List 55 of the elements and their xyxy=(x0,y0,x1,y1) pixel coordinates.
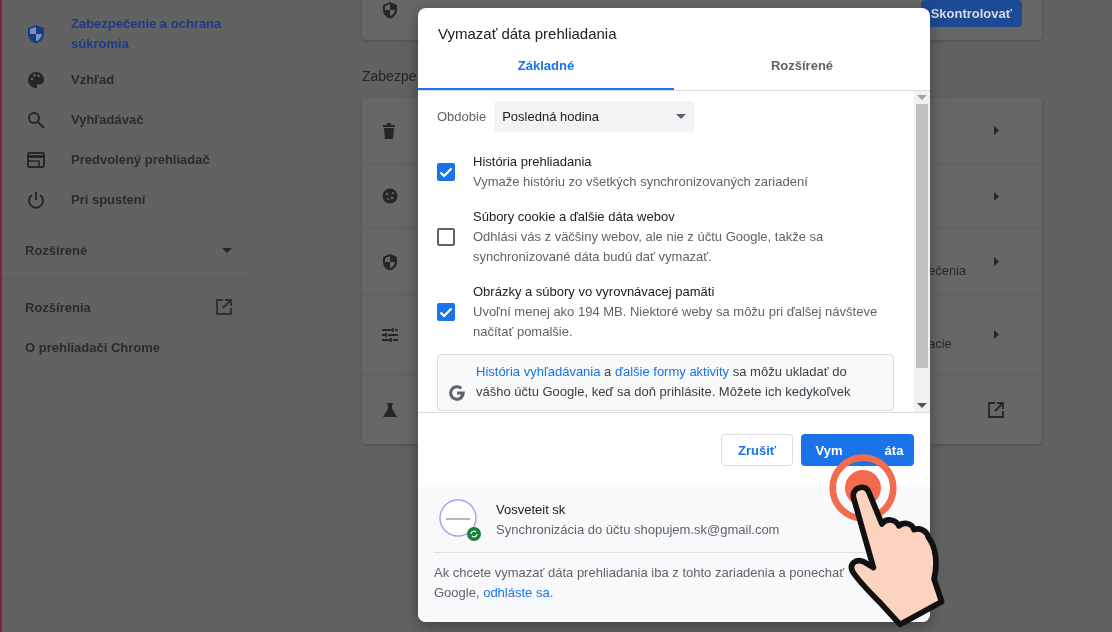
tab[interactable]: Základné xyxy=(418,58,674,90)
chevron-right-icon xyxy=(994,126,999,135)
shield-icon xyxy=(382,252,398,271)
text-link[interactable]: odhláste sa xyxy=(483,585,550,600)
period-dropdown[interactable]: Posledná hodina xyxy=(494,101,695,132)
nav-item[interactable]: Vyhľadávač xyxy=(71,110,144,130)
nav-item[interactable]: Pri spustení xyxy=(71,190,146,210)
clear-data-button[interactable]: Vym áta xyxy=(801,434,914,466)
option-title: História prehliadania xyxy=(473,153,593,171)
palette-icon xyxy=(27,71,45,89)
sliders-icon xyxy=(382,326,398,343)
shield-icon xyxy=(27,24,45,44)
google-icon xyxy=(448,384,466,402)
row-label: ečenia xyxy=(928,263,968,278)
chevron-right-icon xyxy=(994,257,999,266)
option-title: Obrázky a súbory vo vyrovnávacej pamäti xyxy=(473,283,716,301)
checkbox[interactable] xyxy=(437,303,455,321)
nav-item[interactable]: Predvolený prehliadač xyxy=(71,150,210,170)
power-icon xyxy=(27,191,45,209)
scrollbar[interactable] xyxy=(914,91,930,412)
checkbox[interactable] xyxy=(437,228,455,246)
option-description: Vymaže históriu zo všetkých synchronizovaných zariadení xyxy=(473,173,808,191)
chevron-right-icon xyxy=(994,191,999,201)
check-button[interactable]: Skontrolovať xyxy=(920,0,1022,27)
nav-item[interactable]: Vzhľad xyxy=(71,70,115,90)
browser-window-icon xyxy=(27,152,45,168)
cancel-button[interactable]: Zrušiť xyxy=(721,434,793,466)
nav-link[interactable]: O prehliadači Chrome xyxy=(25,339,161,355)
scroll-up-icon xyxy=(917,95,927,100)
section-heading: Zabezpe xyxy=(362,68,418,84)
text-link[interactable]: História vyhľadávania xyxy=(476,364,601,379)
option-description: Odhlási vás z väčšiny webov, ale nie z účtu Google, takže sa synchronizované dáta budú dať vymazať. xyxy=(473,228,825,266)
caret-icon xyxy=(222,247,232,253)
caret-icon xyxy=(676,114,687,119)
checkbox[interactable] xyxy=(437,163,455,181)
nav-link[interactable]: Rozšírenia xyxy=(25,299,91,315)
sync-status: Synchronizácia do účtu shopujem.sk@gmail.com xyxy=(496,520,780,539)
flask-icon xyxy=(382,401,398,418)
scroll-down-icon xyxy=(917,403,927,408)
section-toggle[interactable]: Rozšírené xyxy=(25,242,88,258)
search-icon xyxy=(27,111,45,129)
dialog-title: Vymazať dáta prehliadania xyxy=(437,24,618,44)
option-title: Súbory cookie a ďalšie dáta webov xyxy=(473,208,676,226)
external-link-icon xyxy=(988,401,1004,418)
field-label: Obdobie xyxy=(437,109,487,124)
account-name: Vosveteit sk xyxy=(496,500,567,519)
tab[interactable]: Rozšírené xyxy=(674,58,930,90)
info-text: História vyhľadávania a ďalšie formy aktivity sa môžu ukladať do vášho účtu Google, keď sa doň prihlásite. Môžete ich kedykoľvek xyxy=(476,363,852,401)
text-link[interactable]: ďalšie formy aktivity xyxy=(614,364,730,379)
trash-icon xyxy=(382,122,396,139)
chevron-right-icon xyxy=(994,330,999,339)
cookie-icon xyxy=(382,188,398,204)
external-link-icon xyxy=(216,299,232,315)
avatar-icon xyxy=(438,497,482,542)
option-description: Uvoľní menej ako 194 MB. Niektoré weby sa môžu pri ďalšej návšteve načítať pomalšie. xyxy=(473,303,879,341)
